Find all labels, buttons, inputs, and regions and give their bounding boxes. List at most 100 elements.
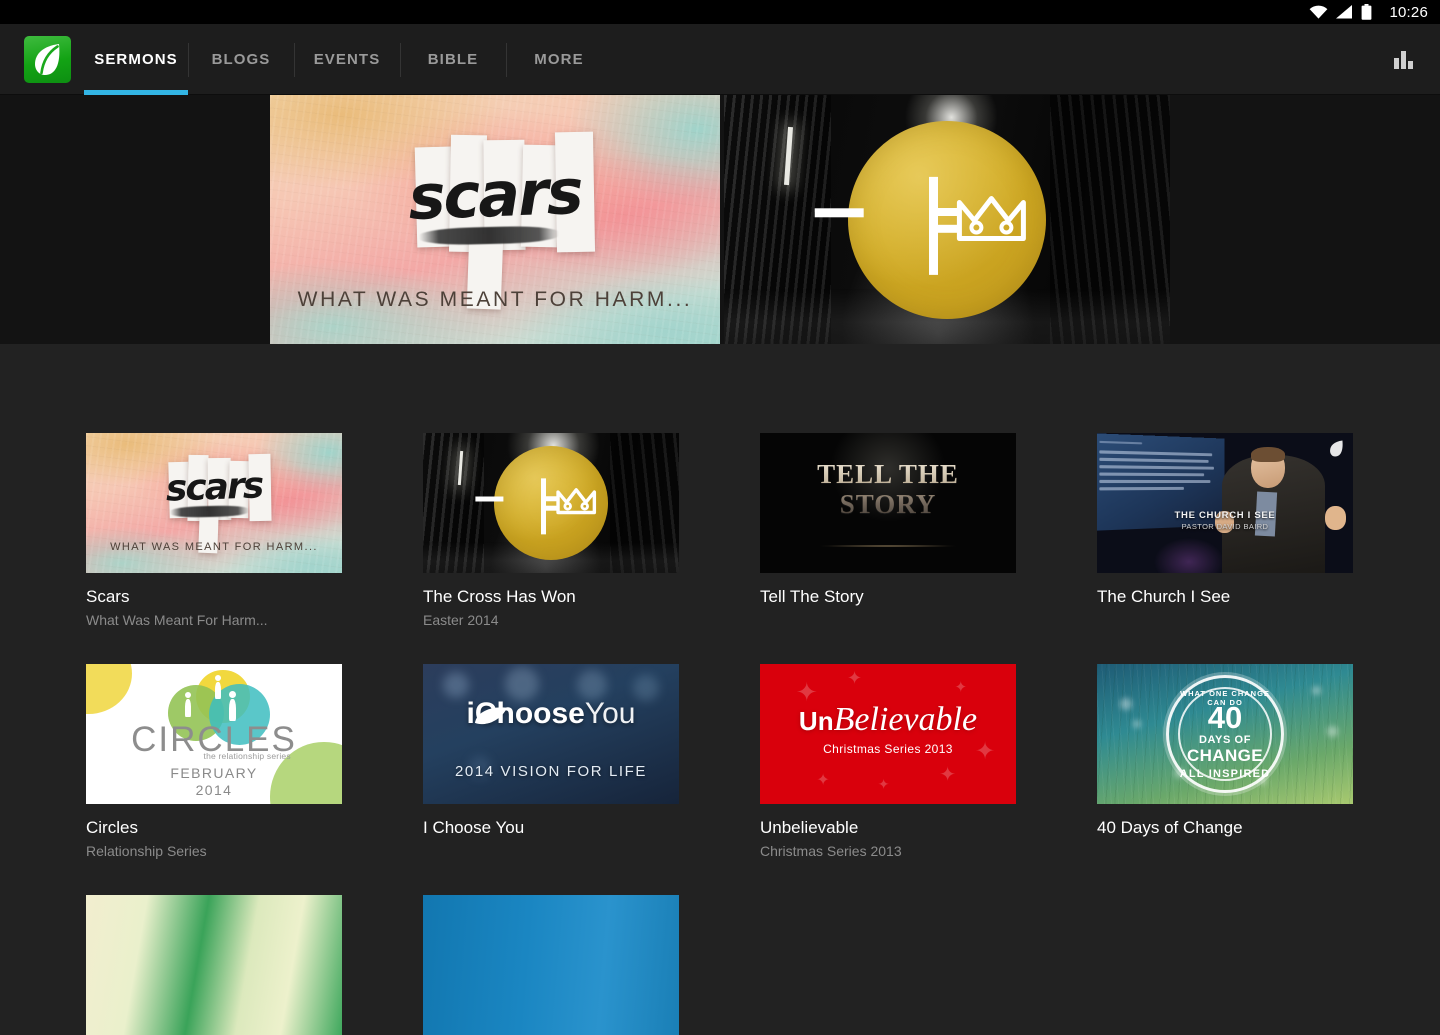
person-figure-icon [184,692,191,717]
tab-events[interactable]: EVENTS [294,24,400,95]
sermon-card-subtitle: Christmas Series 2013 [760,843,902,859]
sermon-card-title: Scars [86,587,130,606]
hero-art-tagline: WHAT WAS MEANT FOR HARM... [297,287,693,311]
thumb-art-line1: TELL THE [817,459,959,489]
main-tab-bar: SERMONS BLOGS EVENTS BIBLE MORE [84,24,612,95]
lower-third-caption: THE CHURCH I SEE PASTOR DAVID BAIRD [1156,510,1294,532]
thumb-art-text: TELL THE STORY [760,459,1016,519]
status-icon-group: 10:26 [1309,4,1428,20]
cross-equals-crown-icon [814,121,1046,319]
status-bar: 10:26 [0,0,1440,24]
thumb-art-sub: Christmas Series 2013 [823,742,953,757]
circular-badge: WHAT ONE CHANGE CAN DO 40 DAYS OF CHANGE… [1166,675,1284,793]
sermon-thumbnail: WHAT ONE CHANGE CAN DO 40 DAYS OF CHANGE… [1097,664,1353,804]
thumb-art-word: scars [165,464,263,510]
cross-artwork [724,95,1170,344]
caption-subtitle: PASTOR DAVID BAIRD [1181,522,1269,532]
person-figure-icon [215,675,222,700]
thumb-art-word-rest: Believable [833,700,978,738]
sermon-artwork [86,895,342,1035]
tab-blogs[interactable]: BLOGS [188,24,294,95]
screen-text-line [1099,450,1213,457]
cross-artwork [423,433,679,573]
sermon-card-circles[interactable]: CIRCLES the relationship series FEBRUARY… [86,664,342,860]
forty-days-artwork: WHAT ONE CHANGE CAN DO 40 DAYS OF CHANGE… [1097,664,1353,804]
sermon-card-the-cross-has-won[interactable]: The Cross Has Won Easter 2014 [423,433,679,629]
sermon-card-row3-first[interactable] [86,895,342,1035]
tab-blogs-label: BLOGS [211,51,271,68]
crown-icon [954,194,1028,247]
screen-text-line [1099,472,1204,477]
sermon-card-title: Circles [86,818,138,837]
sermon-card-40-days-of-change[interactable]: WHAT ONE CHANGE CAN DO 40 DAYS OF CHANGE… [1097,664,1353,843]
bar-chart-icon[interactable] [1392,47,1418,71]
tab-divider [188,43,189,77]
screen-text-line [1099,479,1211,483]
pastor-hair [1250,447,1285,462]
sermon-thumbnail [423,895,679,1035]
hero-card-scars[interactable]: scars WHAT WAS MEANT FOR HARM... [270,95,720,344]
sermon-thumbnail: CIRCLES the relationship series FEBRUARY… [86,664,342,804]
cellular-signal-icon [1336,5,1353,19]
thumb-art-line2: STORY [839,489,937,519]
screen-text-line [1099,464,1214,470]
wifi-icon [1309,5,1328,19]
sermon-card-subtitle: Easter 2014 [423,612,499,628]
featured-carousel[interactable]: scars WHAT WAS MEANT FOR HARM... [0,95,1440,344]
sermon-card-title: The Church I See [1097,587,1231,606]
sermon-series-grid: scars WHAT WAS MEANT FOR HARM... Scars W… [0,344,1440,1035]
leaf-watermark-icon [1329,440,1344,462]
leaf-icon [474,706,508,733]
sermon-card-scars[interactable]: scars WHAT WAS MEANT FOR HARM... Scars W… [86,433,342,629]
thumb-art-date: FEBRUARY 2014 [86,765,342,799]
hero-card-the-cross-has-won[interactable] [724,95,1170,344]
bokeh-light [1327,725,1339,737]
snowflake-icon: ✦ [954,679,968,696]
gold-circle-badge [814,120,1046,319]
thumb-art-tagline: WHAT WAS MEANT FOR HARM... [110,541,318,554]
tab-bible[interactable]: BIBLE [400,24,506,95]
sermon-card-tell-the-story[interactable]: TELL THE STORY Tell The Story [760,433,1016,612]
tab-bible-label: BIBLE [427,51,479,68]
sermon-card-the-church-i-see[interactable]: THE CHURCH I SEE PASTOR DAVID BAIRD The … [1097,433,1353,612]
bokeh-light [1120,697,1133,710]
thumb-art-word: UnBelievable [760,700,1016,739]
thumb-art-word-un: Un [798,705,834,736]
thumb-art-word: iChooseYou [423,696,679,730]
bokeh-light [443,672,470,699]
cross-horizontal [814,207,864,217]
unbelievable-artwork: ✦ ✦ ✦ ✦ ✦ ✦ ✦ UnBelievable Christmas Ser… [760,664,1016,804]
caption-title: THE CHURCH I SEE [1174,510,1276,522]
sermon-card-title: Unbelievable [760,818,859,837]
sermon-card-i-choose-you[interactable]: iChooseYou 2014 VISION FOR LIFE I Choose… [423,664,679,843]
sermon-card-unbelievable[interactable]: ✦ ✦ ✦ ✦ ✦ ✦ ✦ UnBelievable Christmas Ser… [760,664,1016,860]
tab-divider [294,43,295,77]
gold-circle-badge [475,446,608,560]
tab-more-label: MORE [534,51,584,68]
sermon-thumbnail: THE CHURCH I SEE PASTOR DAVID BAIRD [1097,433,1353,573]
i-choose-you-artwork: iChooseYou 2014 VISION FOR LIFE [423,664,679,804]
snowflake-icon: ✦ [877,776,890,792]
snowflake-icon: ✦ [847,668,863,689]
sermon-card-title: I Choose You [423,818,525,837]
decorative-yellow-circle [86,664,133,715]
badge-bottom-text: ALL INSPIRED [1179,768,1271,780]
badge-number: 40 [1207,700,1243,735]
badge-change-text: CHANGE [1186,746,1264,765]
tab-more[interactable]: MORE [506,24,612,95]
battery-icon [1361,4,1372,20]
tell-the-story-artwork: TELL THE STORY [760,433,1016,573]
screen-text-line [1099,440,1142,445]
sermon-thumbnail [423,433,679,573]
tab-sermons[interactable]: SERMONS [84,24,188,95]
scars-artwork: scars WHAT WAS MEANT FOR HARM... [270,95,720,344]
sermon-card-row3-second[interactable] [423,895,679,1035]
sermon-card-title: 40 Days of Change [1097,818,1243,837]
circles-artwork: CIRCLES the relationship series FEBRUARY… [86,664,342,804]
snowflake-icon: ✦ [816,772,830,790]
thumb-art-word-light: You [584,696,636,730]
action-bar: SERMONS BLOGS EVENTS BIBLE MORE [0,24,1440,95]
bokeh-light [576,669,607,700]
sermon-card-title: Tell The Story [760,587,864,606]
app-logo-leaf[interactable] [24,36,71,83]
